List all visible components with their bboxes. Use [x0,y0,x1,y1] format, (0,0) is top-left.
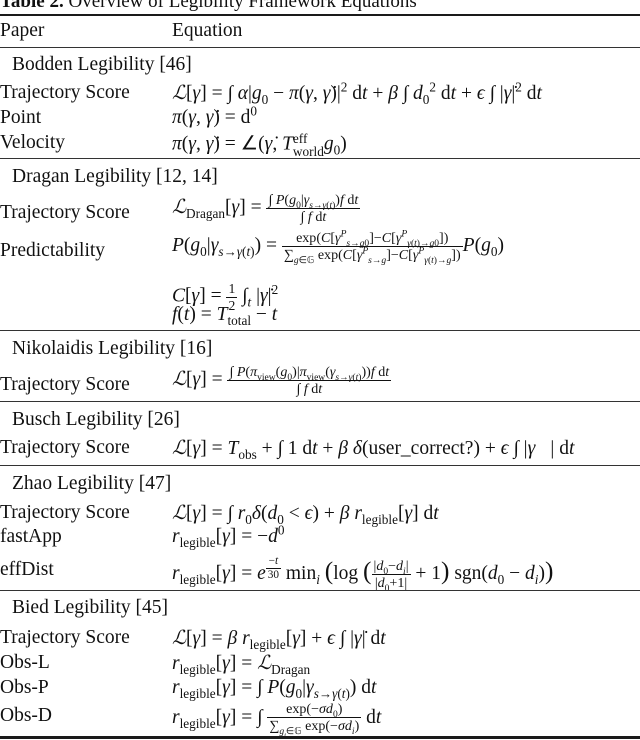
table-caption: Table 2. Overview of Legibility Framewor… [0,0,417,13]
equation-bied-obsp: rlegible[γ] = ∫ P(g0|γs→γ(t)) dt [172,677,377,701]
row-label: Obs-L [0,652,50,673]
row-label: Trajectory Score [0,437,130,458]
equation-nikolaidis-score: ℒ[γ] = ∫ P(πview(g0)|πview(γs→γ(t)))f dt… [172,364,392,398]
section-title-zhao: Zhao Legibility [47] [12,473,172,494]
row-label: Velocity [0,132,65,153]
row-label: Point [0,107,42,128]
row-label: Obs-D [0,705,52,726]
header-rule [0,47,640,49]
section-rule [0,401,640,403]
section-rule [0,465,640,467]
section-title-bied: Bied Legibility [45] [12,597,168,618]
row-label: Trajectory Score [0,82,130,103]
header-paper: Paper [0,20,45,41]
equation-bied-obsl: rlegible[γ] = ℒDragan [172,651,311,677]
equation-bodden-velocity: π(γ, γ̇) = ∠(γ̇, Teff world g0) [172,131,347,160]
row-label: Trajectory Score [0,502,130,523]
section-title-nikolaidis: Nikolaidis Legibility [16] [12,338,213,359]
row-label: fastApp [0,526,62,547]
row-label: Trajectory Score [0,202,130,223]
row-label: Trajectory Score [0,627,130,648]
header-equation: Equation [172,20,243,41]
row-label: Obs-P [0,677,49,698]
equation-bied-score: ℒ[γ] = β rlegible[γ] + ϵ ∫ |γ̇| dt [172,626,386,652]
section-title-busch: Busch Legibility [26] [12,409,180,430]
section-title-bodden: Bodden Legibility [46] [12,54,192,75]
section-rule [0,330,640,332]
equation-dragan-weight: f(t) = Ttotal − t [172,304,278,328]
row-label: effDist [0,559,54,580]
equation-dragan-score: ℒDragan[γ] = ∫ P(g0|γs→γ(t))f dt ∫ f dt [172,192,361,226]
equation-busch-score: ℒ[γ] = Tobs + ∫ 1 dt + β δ(user_correct?… [172,436,575,462]
top-rule [0,14,640,16]
section-rule [0,590,640,592]
equation-zhao-effdist: rlegible[γ] = e −t 30 mini (log (|d0−di| |d… [172,555,554,594]
equation-bied-obsd: rlegible[γ] = ∫ exp(−σd0)∑gi∈𝔾 exp(−σdi)… [172,701,382,739]
bottom-rule [0,736,640,739]
row-label: Trajectory Score [0,374,130,395]
equation-bodden-point: π(γ, γ̇) = d0 [172,103,258,128]
section-rule [0,158,640,160]
section-title-dragan: Dragan Legibility [12, 14] [12,166,218,187]
equation-zhao-fastapp: rlegible[γ] = −d0 [172,522,285,550]
equation-dragan-predictability: P(g0|γs→γ(t)) = exp(C[γPs→g0]−C[γPγ(t)→g… [172,228,504,266]
equation-zhao-score: ℒ[γ] = ∫ r0δ(d0 < ϵ) + β rlegible[γ] dt [172,501,439,527]
equation-bodden-score: ℒ[γ] = ∫ α|g0 − π(γ, γ̇)|2 dt + β ∫ d02 … [172,79,542,107]
caption-label: Table 2. [0,0,64,12]
row-label: Predictability [0,240,106,261]
caption-text: Overview of Legibility Framework Equatio… [68,0,417,12]
